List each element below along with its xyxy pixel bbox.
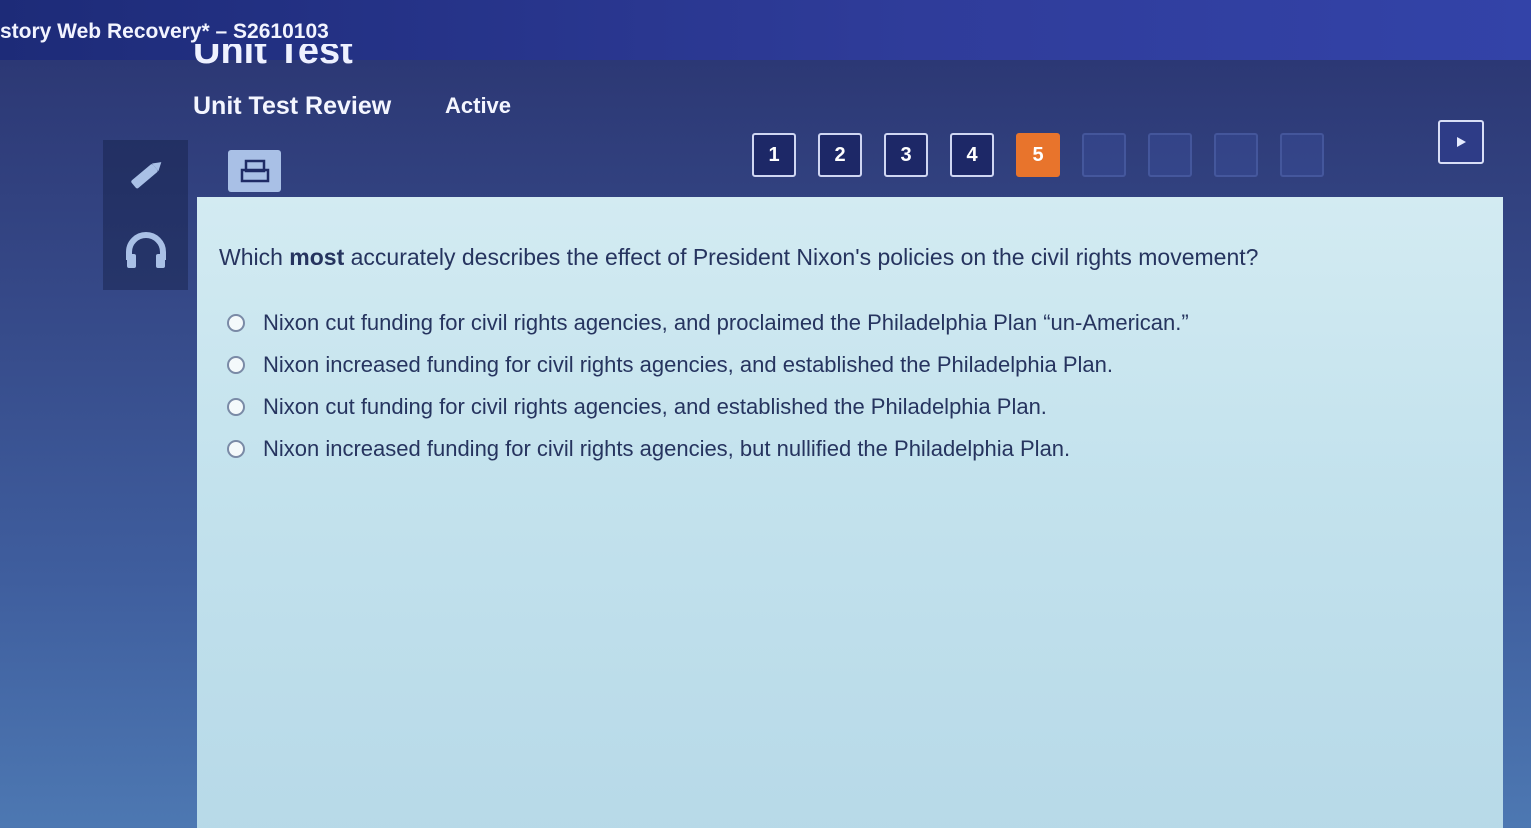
page-button-7[interactable] xyxy=(1148,133,1192,177)
page-button-5[interactable]: 5 xyxy=(1016,133,1060,177)
answer-option-2[interactable]: Nixon increased funding for civil rights… xyxy=(227,344,1189,386)
answer-list: Nixon cut funding for civil rights agenc… xyxy=(227,302,1189,470)
unit-heading: Unit Test xyxy=(193,44,353,76)
question-text: Which most accurately describes the effe… xyxy=(219,244,1258,271)
answer-label: Nixon increased funding for civil rights… xyxy=(263,352,1113,377)
question-prefix: Which xyxy=(219,244,290,270)
page-button-9[interactable] xyxy=(1280,133,1324,177)
page-button-4[interactable]: 4 xyxy=(950,133,994,177)
play-icon xyxy=(1457,137,1466,147)
calculator-icon xyxy=(240,159,269,183)
question-suffix: accurately describes the effect of Presi… xyxy=(344,244,1259,270)
status-label: Active xyxy=(445,93,512,118)
page-button-3[interactable]: 3 xyxy=(884,133,928,177)
radio-button[interactable] xyxy=(227,314,245,332)
window-title: story Web Recovery* – S2610103 xyxy=(0,20,329,43)
page-button-2[interactable]: 2 xyxy=(818,133,862,177)
page-title: Unit Test Review xyxy=(193,92,392,120)
pencil-tool-button[interactable] xyxy=(103,140,188,210)
page-button-1[interactable]: 1 xyxy=(752,133,796,177)
tool-sidebar xyxy=(103,140,188,290)
audio-tool-button[interactable] xyxy=(103,215,188,285)
next-button[interactable] xyxy=(1438,120,1484,164)
answer-label: Nixon cut funding for civil rights agenc… xyxy=(263,394,1047,419)
radio-button[interactable] xyxy=(227,440,245,458)
calculator-button[interactable] xyxy=(228,150,281,192)
radio-button[interactable] xyxy=(227,398,245,416)
unit-heading-text: Unit Test xyxy=(193,44,353,72)
question-panel: Which most accurately describes the effe… xyxy=(197,197,1503,828)
answer-label: Nixon cut funding for civil rights agenc… xyxy=(263,310,1189,335)
page-button-6[interactable] xyxy=(1082,133,1126,177)
pencil-icon xyxy=(130,162,161,189)
headphones-icon xyxy=(125,232,166,268)
answer-label: Nixon increased funding for civil rights… xyxy=(263,436,1071,461)
question-emphasis: most xyxy=(289,244,345,270)
answer-option-1[interactable]: Nixon cut funding for civil rights agenc… xyxy=(227,302,1189,344)
answer-option-4[interactable]: Nixon increased funding for civil rights… xyxy=(227,428,1189,470)
question-pager: 1 2 3 4 5 xyxy=(752,133,1324,177)
radio-button[interactable] xyxy=(227,356,245,374)
page-button-8[interactable] xyxy=(1214,133,1258,177)
answer-option-3[interactable]: Nixon cut funding for civil rights agenc… xyxy=(227,386,1189,428)
